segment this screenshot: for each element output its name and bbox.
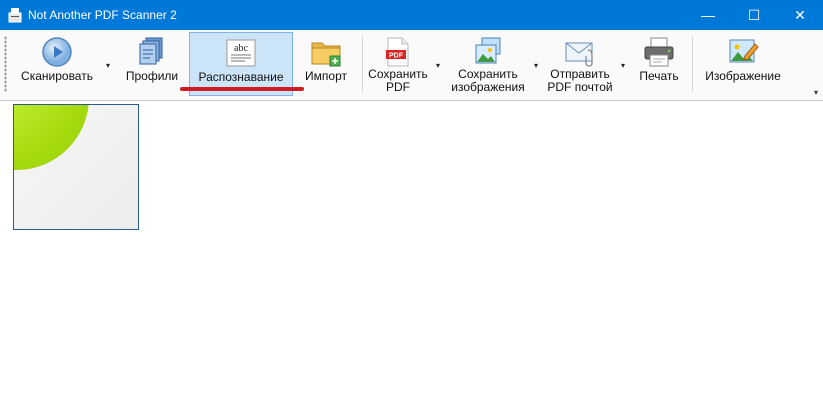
- print-label: Печать: [639, 69, 679, 83]
- svg-text:abc: abc: [234, 43, 248, 54]
- scan-label: Сканировать: [21, 69, 93, 83]
- thumbnail-image-content: [14, 105, 89, 170]
- save-images-label: Сохранить изображения: [451, 67, 525, 94]
- email-icon: [565, 42, 593, 67]
- save-pdf-button[interactable]: PDF Сохранить PDF: [365, 32, 431, 96]
- email-pdf-button[interactable]: Отправить PDF почтой: [543, 32, 617, 96]
- email-pdf-label: Отправить PDF почтой: [547, 67, 613, 94]
- scan-button[interactable]: Сканировать: [14, 32, 100, 96]
- toolbar-separator: [692, 36, 693, 92]
- highlight-underline: [180, 87, 304, 91]
- profiles-button[interactable]: Профили: [118, 32, 186, 96]
- title-bar: Not Another PDF Scanner 2 — ☐ ✕: [0, 0, 823, 30]
- toolbar-separator: [362, 36, 363, 92]
- printer-icon: [644, 37, 674, 67]
- minimize-button[interactable]: —: [685, 0, 731, 30]
- ocr-label: Распознавание: [198, 70, 284, 84]
- save-pdf-label: Сохранить PDF: [368, 67, 428, 94]
- close-button[interactable]: ✕: [777, 0, 823, 30]
- scan-dropdown-arrow[interactable]: ▾: [104, 62, 112, 70]
- svg-text:PDF: PDF: [389, 53, 404, 60]
- save-images-button[interactable]: Сохранить изображения: [446, 32, 530, 96]
- images-icon: [475, 37, 501, 64]
- app-scanner-icon: [8, 8, 22, 23]
- image-button[interactable]: Изображение: [698, 32, 788, 96]
- email-pdf-dropdown-arrow[interactable]: ▾: [619, 62, 627, 70]
- abc-ocr-icon: abc: [226, 39, 256, 67]
- print-button[interactable]: Печать: [631, 32, 687, 96]
- import-label: Импорт: [305, 69, 347, 83]
- save-images-dropdown-arrow[interactable]: ▾: [532, 62, 540, 70]
- image-edit-icon: [729, 39, 759, 63]
- scan-play-icon: [42, 37, 72, 67]
- page-thumbnail[interactable]: [13, 104, 139, 230]
- save-pdf-dropdown-arrow[interactable]: ▾: [434, 62, 442, 70]
- folder-import-icon: [311, 42, 341, 67]
- toolbar-overflow-arrow[interactable]: ▾: [811, 88, 821, 98]
- import-button[interactable]: Импорт: [297, 32, 355, 96]
- pdf-icon: PDF: [386, 37, 409, 67]
- toolbar-grip[interactable]: [4, 36, 7, 92]
- window-title: Not Another PDF Scanner 2: [28, 8, 177, 22]
- profiles-label: Профили: [125, 69, 179, 83]
- profiles-icon: [139, 37, 163, 65]
- toolbar: Сканировать ▾ Профили abc Распознавание …: [0, 30, 823, 101]
- image-label: Изображение: [705, 69, 781, 83]
- maximize-button[interactable]: ☐: [731, 0, 777, 30]
